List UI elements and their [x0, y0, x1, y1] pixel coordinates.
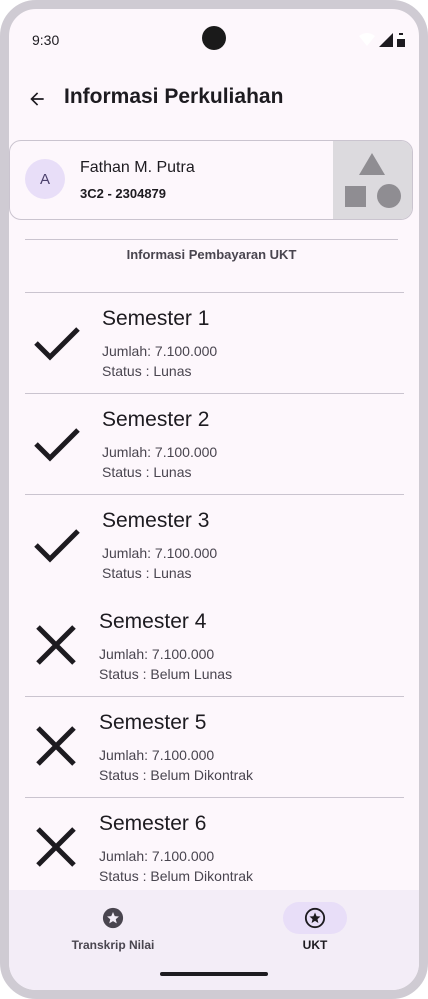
- semester-title: Semester 4: [99, 610, 207, 633]
- status-bar: 9:30: [9, 9, 419, 71]
- semester-item[interactable]: Semester 3 Jumlah: 7.100.000 Status : Lu…: [25, 495, 404, 596]
- shapes-icon: [345, 153, 401, 208]
- check-icon: [34, 327, 80, 361]
- semester-status: Status : Belum Lunas: [99, 666, 233, 682]
- semester-amount: Jumlah: 7.100.000: [102, 343, 218, 359]
- nav-item-transkrip-nilai[interactable]: Transkrip Nilai: [43, 902, 183, 952]
- semester-amount: Jumlah: 7.100.000: [99, 646, 215, 662]
- profile-card[interactable]: A Fathan M. Putra 3C2 - 2304879: [9, 140, 413, 220]
- semester-status: Status : Belum Dikontrak: [99, 767, 254, 783]
- semester-amount: Jumlah: 7.100.000: [102, 545, 218, 561]
- status-icons: [359, 33, 405, 47]
- semester-amount: Jumlah: 7.100.000: [99, 747, 215, 763]
- star-circle-icon: [102, 907, 124, 929]
- section-title: Informasi Pembayaran UKT: [25, 239, 398, 291]
- semester-status: Status : Lunas: [102, 363, 192, 379]
- bottom-navigation: Transkrip Nilai UKT: [9, 890, 419, 990]
- check-icon: [34, 529, 80, 563]
- home-indicator[interactable]: [160, 972, 268, 976]
- semester-title: Semester 3: [102, 509, 210, 532]
- nav-icon-container: [81, 902, 145, 934]
- close-icon: [36, 827, 76, 867]
- semester-item[interactable]: Semester 6 Jumlah: 7.100.000 Status : Be…: [25, 798, 404, 899]
- arrow-back-icon: [30, 92, 44, 106]
- semester-status: Status : Lunas: [102, 565, 192, 581]
- semester-title: Semester 1: [102, 307, 210, 330]
- avatar: A: [25, 159, 65, 199]
- semester-item[interactable]: Semester 1 Jumlah: 7.100.000 Status : Lu…: [25, 293, 404, 394]
- device-frame: 9:30 Informasi Perkuliahan A Fathan M. P…: [0, 0, 428, 999]
- star-circle-icon: [304, 907, 326, 929]
- battery-icon: [397, 33, 405, 47]
- page-title: Informasi Perkuliahan: [64, 85, 284, 108]
- close-icon: [36, 625, 76, 665]
- semester-title: Semester 5: [99, 711, 207, 734]
- semester-title: Semester 2: [102, 408, 210, 431]
- media-placeholder-image: [333, 141, 412, 219]
- top-app-bar: Informasi Perkuliahan: [9, 71, 419, 127]
- nav-label: UKT: [302, 938, 328, 952]
- close-icon: [36, 726, 76, 766]
- nav-label: Transkrip Nilai: [71, 938, 155, 952]
- nav-item-ukt[interactable]: UKT: [245, 902, 385, 952]
- semester-item[interactable]: Semester 2 Jumlah: 7.100.000 Status : Lu…: [25, 394, 404, 495]
- semester-title: Semester 6: [99, 812, 207, 835]
- semester-status: Status : Lunas: [102, 464, 192, 480]
- check-icon: [34, 428, 80, 462]
- status-time: 9:30: [32, 32, 60, 48]
- semester-list: Semester 1 Jumlah: 7.100.000 Status : Lu…: [9, 293, 419, 899]
- semester-amount: Jumlah: 7.100.000: [102, 444, 218, 460]
- semester-amount: Jumlah: 7.100.000: [99, 848, 215, 864]
- profile-id: 3C2 - 2304879: [80, 186, 167, 201]
- semester-item[interactable]: Semester 4 Jumlah: 7.100.000 Status : Be…: [25, 596, 404, 697]
- camera-cutout: [202, 26, 226, 50]
- nav-icon-container: [283, 902, 347, 934]
- semester-status: Status : Belum Dikontrak: [99, 868, 254, 884]
- wifi-icon: [359, 33, 375, 46]
- back-button[interactable]: [21, 83, 53, 115]
- semester-item[interactable]: Semester 5 Jumlah: 7.100.000 Status : Be…: [25, 697, 404, 798]
- profile-name: Fathan M. Putra: [80, 159, 195, 176]
- signal-icon: [379, 33, 393, 47]
